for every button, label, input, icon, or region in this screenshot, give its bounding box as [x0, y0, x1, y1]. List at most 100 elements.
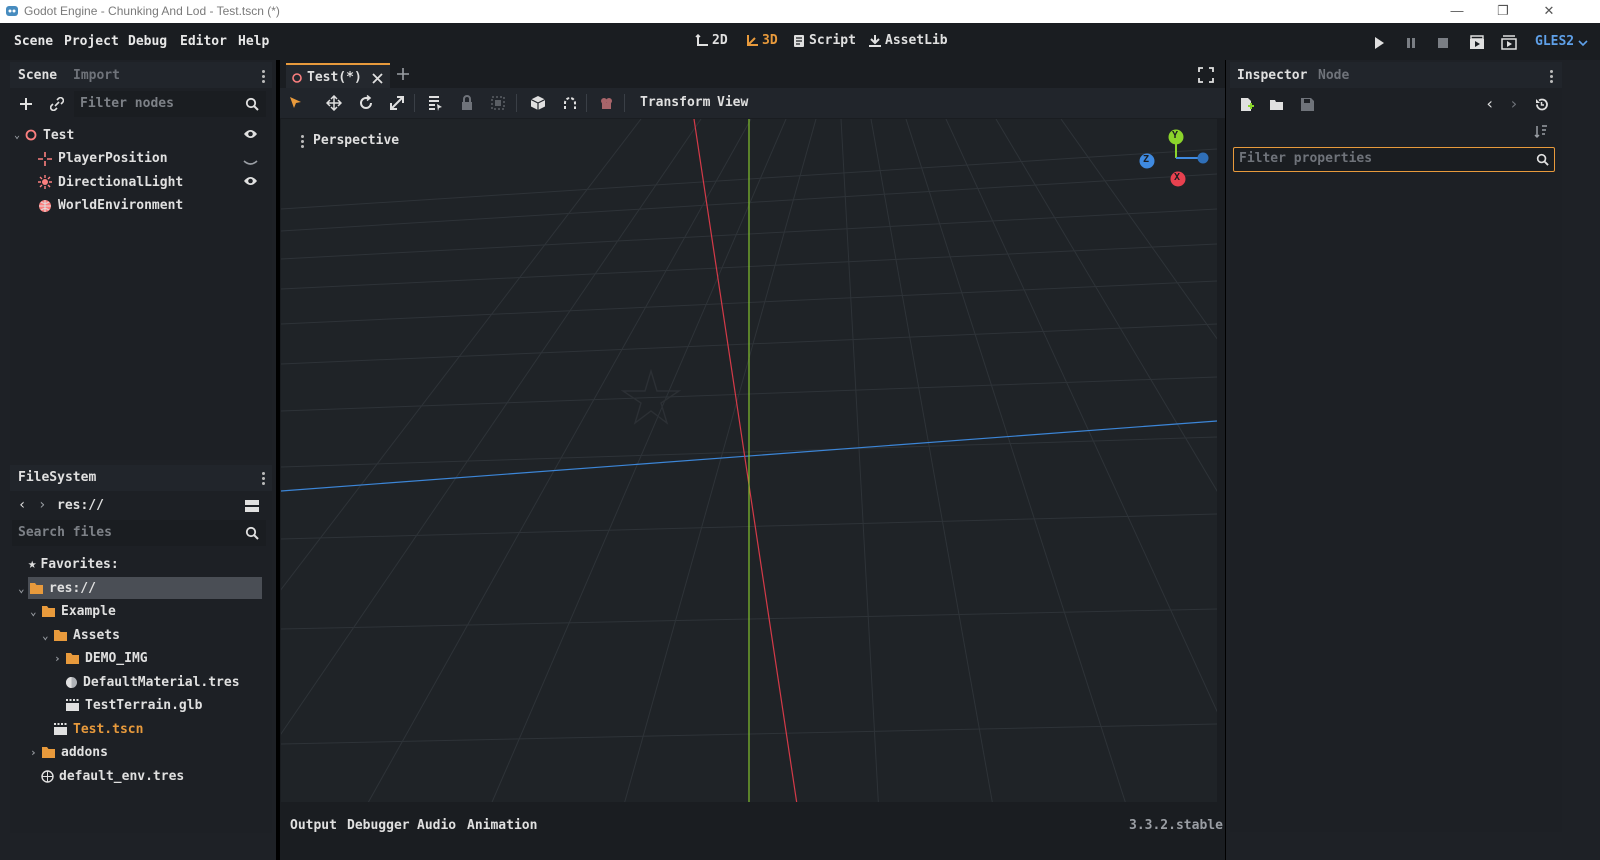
file-tree-row[interactable]: DefaultMaterial.tres [54, 671, 240, 693]
scale-tool-icon[interactable] [389, 95, 405, 111]
open-folder-icon[interactable] [1269, 97, 1284, 112]
lock-icon[interactable] [459, 95, 475, 111]
tab-debugger[interactable]: Debugger [347, 818, 410, 833]
pause-icon[interactable] [1403, 35, 1419, 51]
file-tree-row[interactable]: Test.tscn [42, 718, 143, 740]
close-tab-icon[interactable] [372, 73, 383, 84]
property-sort-icon[interactable] [1534, 124, 1549, 139]
viewport-menu-icon[interactable] [301, 135, 305, 150]
folder-icon [41, 746, 56, 759]
path-field[interactable]: res:// [57, 498, 104, 513]
view-menu[interactable]: View [717, 95, 748, 110]
history-forward-icon[interactable]: › [1509, 94, 1519, 113]
play-icon[interactable] [1371, 35, 1387, 51]
workspace-assetlib-button[interactable]: AssetLib [868, 33, 948, 48]
file-tree-row[interactable]: default_env.tres [30, 765, 184, 787]
rotate-tool-icon[interactable] [358, 95, 374, 111]
filter-nodes-input[interactable]: Filter nodes [74, 91, 266, 117]
viewport-toolbar [280, 88, 1225, 118]
tab-audio[interactable]: Audio [417, 818, 456, 833]
file-tree-row[interactable]: TestTerrain.glb [54, 695, 202, 717]
filesystem-menu-icon[interactable] [262, 472, 266, 487]
minimize-button[interactable]: — [1434, 0, 1480, 23]
snap-icon[interactable] [562, 95, 578, 111]
history-icon[interactable] [1534, 97, 1549, 112]
material-icon [65, 676, 78, 689]
tab-test-scene[interactable]: Test(*) [286, 63, 390, 91]
split-view-icon[interactable] [244, 498, 260, 514]
file-tree-row[interactable]: ⌄ res:// [18, 577, 96, 599]
menu-editor[interactable]: Editor [180, 34, 227, 49]
search-files-input[interactable]: Search files [12, 520, 266, 546]
save-icon[interactable] [1300, 97, 1315, 112]
list-select-icon[interactable] [427, 95, 443, 111]
select-tool-icon[interactable] [288, 95, 304, 111]
chevron-right-icon[interactable]: › [54, 652, 65, 665]
chevron-down-icon[interactable]: ⌄ [42, 629, 53, 642]
gizmo-x-label: X [1174, 172, 1181, 183]
history-back-icon[interactable]: ‹ [1485, 94, 1495, 113]
visibility-eye-icon[interactable] [243, 128, 258, 144]
play-scene-icon[interactable] [1469, 35, 1485, 51]
chevron-right-icon[interactable]: › [30, 746, 41, 759]
add-tab-icon[interactable] [396, 67, 410, 81]
menu-project[interactable]: Project [64, 34, 119, 49]
2d-icon [695, 33, 708, 46]
file-tree-row[interactable]: ⌄ Example [30, 601, 116, 623]
scene-tree-row[interactable]: ⌄ Test [14, 124, 74, 146]
file-tree-row[interactable]: ⌄ Assets [42, 624, 120, 646]
scene-tree-row[interactable]: WorldEnvironment [38, 195, 183, 217]
workspace-2d-label: 2D [712, 33, 728, 48]
inspector-menu-icon[interactable] [1550, 70, 1554, 85]
new-resource-icon[interactable] [1239, 97, 1254, 112]
scene-node-label: PlayerPosition [58, 151, 168, 166]
camera-icon[interactable] [599, 95, 615, 111]
tab-filesystem[interactable]: FileSystem [18, 470, 96, 485]
workspace-script-button[interactable]: Script [792, 33, 856, 48]
chevron-down-icon[interactable]: ⌄ [18, 582, 29, 595]
visibility-hidden-icon[interactable] [243, 156, 258, 171]
link-icon[interactable] [50, 97, 64, 111]
move-tool-icon[interactable] [326, 95, 342, 111]
chevron-down-icon[interactable]: ⌄ [14, 130, 20, 141]
visibility-eye-icon[interactable] [243, 175, 258, 191]
tab-scene[interactable]: Scene [18, 68, 57, 83]
renderer-select[interactable]: GLES2 [1535, 34, 1574, 49]
tab-animation[interactable]: Animation [467, 818, 537, 833]
scene-tree-row[interactable]: PlayerPosition [38, 148, 168, 170]
scene-dock-menu-icon[interactable] [262, 70, 266, 85]
workspace-3d-button[interactable]: 3D [745, 33, 778, 48]
transform-menu[interactable]: Transform [640, 95, 710, 110]
close-window-button[interactable]: ✕ [1526, 0, 1572, 23]
version-label: 3.3.2.stable [1129, 818, 1223, 833]
chevron-down-icon[interactable]: ⌄ [30, 605, 41, 618]
add-node-icon[interactable] [19, 97, 33, 111]
tab-import[interactable]: Import [73, 68, 120, 83]
file-tree-row[interactable]: › addons [30, 742, 108, 764]
play-custom-scene-icon[interactable] [1501, 35, 1517, 51]
menu-scene[interactable]: Scene [14, 34, 53, 49]
window-title: Godot Engine - Chunking And Lod - Test.t… [24, 4, 280, 18]
back-arrow-icon[interactable]: ‹ [18, 497, 26, 513]
file-tree-row[interactable]: › DEMO_IMG [54, 648, 148, 670]
restore-button[interactable]: ❐ [1480, 0, 1526, 23]
local-space-icon[interactable] [530, 95, 546, 111]
menu-help[interactable]: Help [238, 34, 269, 49]
window-titlebar: Godot Engine - Chunking And Lod - Test.t… [0, 0, 1600, 23]
scene-tree-row[interactable]: DirectionalLight [38, 171, 183, 193]
filter-properties-input[interactable]: Filter properties [1233, 147, 1555, 172]
light-icon [38, 175, 52, 189]
fullscreen-icon[interactable] [1198, 67, 1214, 83]
favorites-row[interactable]: ★ Favorites: [28, 553, 119, 575]
tab-node[interactable]: Node [1318, 68, 1349, 83]
stop-icon[interactable] [1435, 35, 1451, 51]
menu-debug[interactable]: Debug [128, 34, 167, 49]
3d-viewport[interactable]: Perspective Y Z X [281, 119, 1217, 851]
search-icon [245, 526, 259, 540]
perspective-menu[interactable]: Perspective [313, 133, 399, 148]
workspace-2d-button[interactable]: 2D [695, 33, 728, 48]
tab-inspector[interactable]: Inspector [1237, 68, 1307, 83]
group-icon[interactable] [490, 95, 506, 111]
tab-output[interactable]: Output [290, 818, 337, 833]
forward-arrow-icon[interactable]: › [38, 497, 46, 513]
